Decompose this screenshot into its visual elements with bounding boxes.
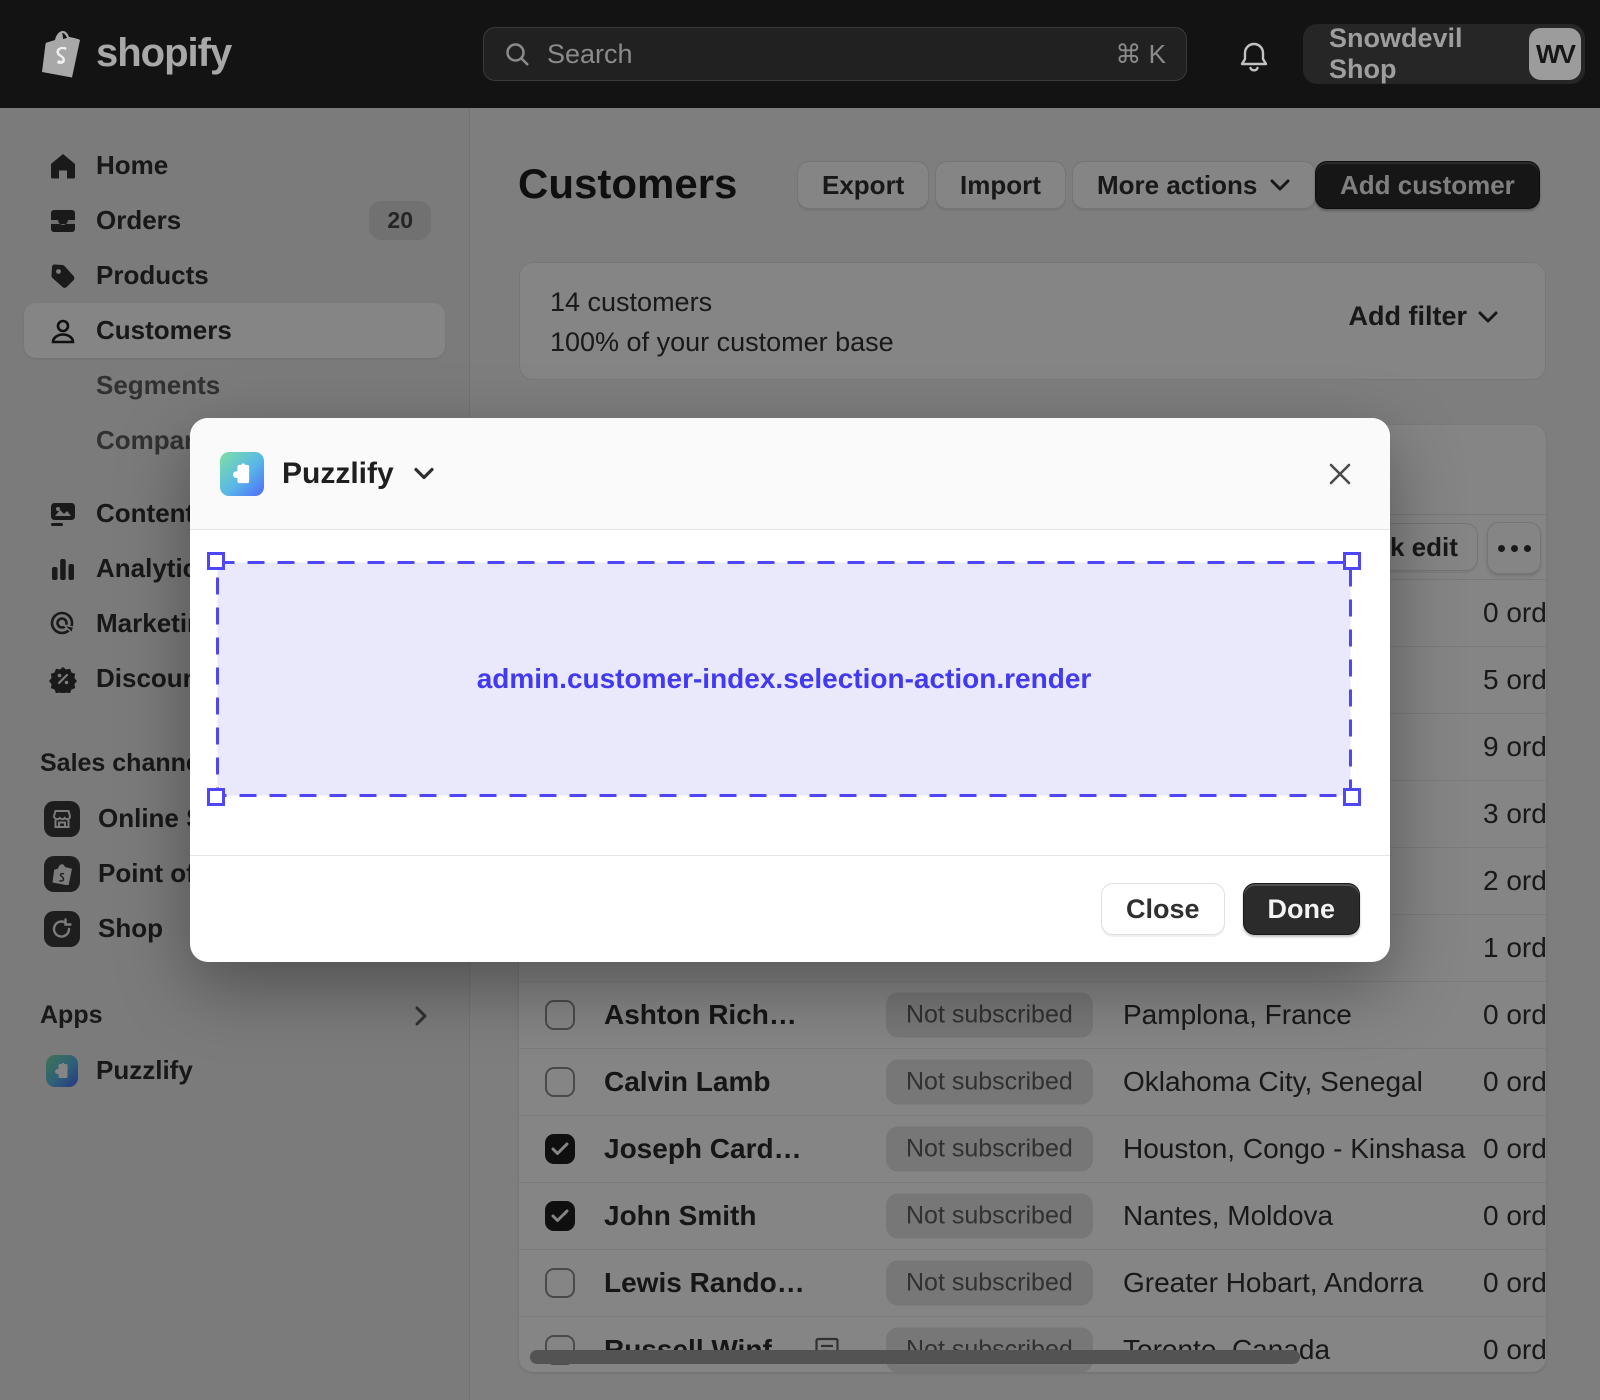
close-icon — [1327, 461, 1353, 487]
shopify-bag-icon — [40, 28, 84, 78]
search-input[interactable] — [545, 38, 1101, 71]
shop-menu-button[interactable]: Snowdevil Shop WV — [1303, 24, 1585, 84]
modal-app-switcher[interactable] — [412, 466, 436, 482]
bell-icon — [1238, 40, 1270, 76]
selection-handle[interactable] — [207, 552, 225, 570]
selection-handle[interactable] — [1343, 552, 1361, 570]
done-button[interactable]: Done — [1243, 883, 1361, 935]
puzzlify-extension-modal: Puzzlify admin.customer-index.selection-… — [190, 418, 1390, 962]
puzzlify-app-icon — [220, 452, 264, 496]
extension-target-label: admin.customer-index.selection-action.re… — [216, 561, 1352, 797]
modal-title: Puzzlify — [282, 457, 394, 491]
modal-footer: Close Done — [190, 855, 1390, 962]
modal-close-button[interactable] — [1320, 454, 1360, 494]
modal-body: admin.customer-index.selection-action.re… — [190, 530, 1390, 855]
global-search[interactable]: ⌘ K — [483, 27, 1187, 81]
close-button[interactable]: Close — [1101, 883, 1225, 935]
selection-handle[interactable] — [1343, 788, 1361, 806]
extension-target-selection[interactable]: admin.customer-index.selection-action.re… — [216, 561, 1352, 797]
search-icon — [504, 41, 531, 68]
shopify-logo: shopify — [40, 28, 231, 78]
topbar: shopify ⌘ K Snowdevil Shop WV — [0, 0, 1600, 108]
notifications-button[interactable] — [1236, 38, 1272, 78]
shop-avatar: WV — [1529, 28, 1581, 80]
selection-handle[interactable] — [207, 788, 225, 806]
modal-header: Puzzlify — [190, 418, 1390, 530]
search-shortcut: ⌘ K — [1115, 39, 1166, 70]
shopify-wordmark: shopify — [96, 31, 231, 76]
chevron-down-icon — [412, 466, 436, 482]
shop-name: Snowdevil Shop — [1329, 23, 1529, 85]
